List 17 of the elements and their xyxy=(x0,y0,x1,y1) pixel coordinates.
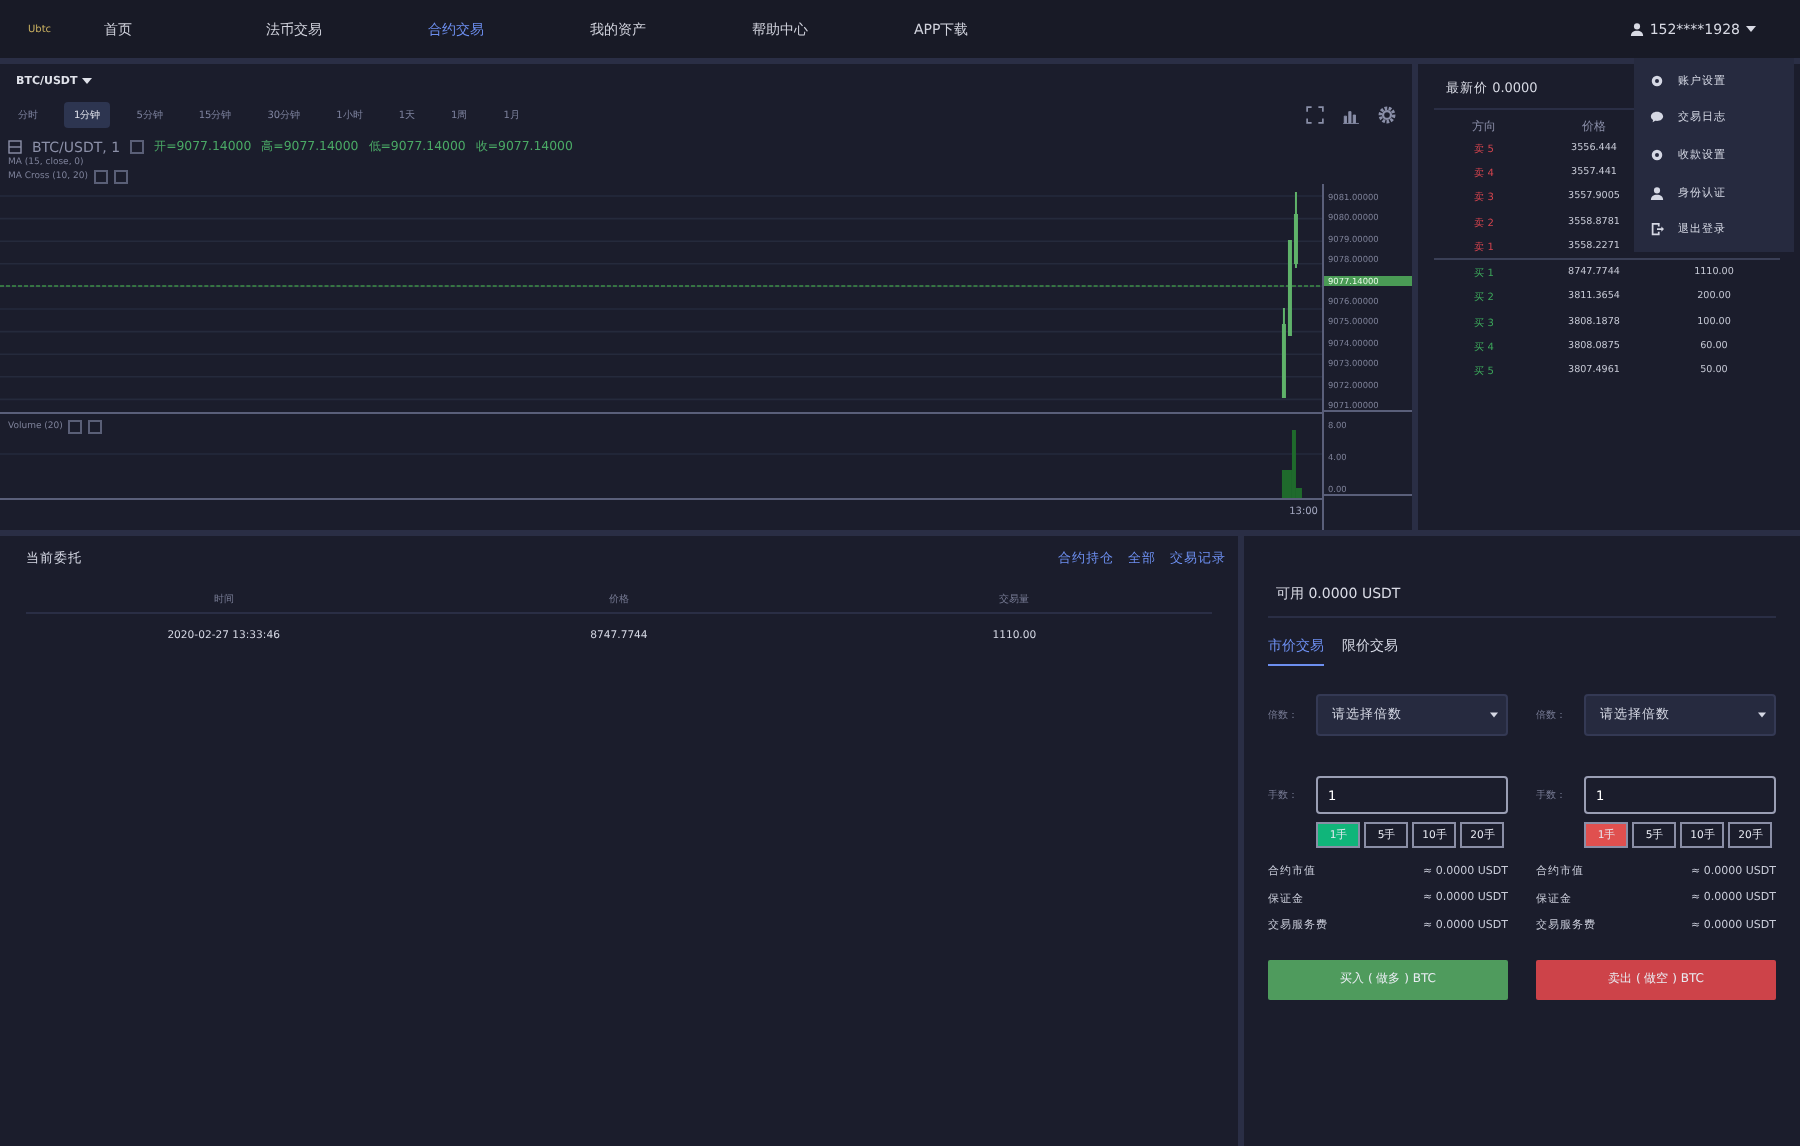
fullscreen-icon[interactable] xyxy=(1306,105,1324,123)
caret-icon xyxy=(1746,26,1756,32)
gear-icon xyxy=(1650,73,1664,88)
collapse-icon[interactable] xyxy=(8,140,22,154)
chat-bubble-icon xyxy=(1650,110,1664,125)
caret-icon xyxy=(1758,712,1766,718)
caret-icon xyxy=(81,78,92,84)
user-icon xyxy=(1629,22,1644,36)
exit-icon xyxy=(1650,222,1664,237)
person-icon xyxy=(1650,185,1664,200)
toggle-icon[interactable] xyxy=(93,170,108,184)
toggle-icon[interactable] xyxy=(130,140,145,154)
toggle-icon[interactable] xyxy=(68,420,83,434)
gear-icon xyxy=(1650,147,1664,162)
settings-icon[interactable] xyxy=(1378,105,1396,123)
caret-icon xyxy=(1490,712,1498,718)
bar-chart-icon[interactable] xyxy=(1342,105,1360,123)
